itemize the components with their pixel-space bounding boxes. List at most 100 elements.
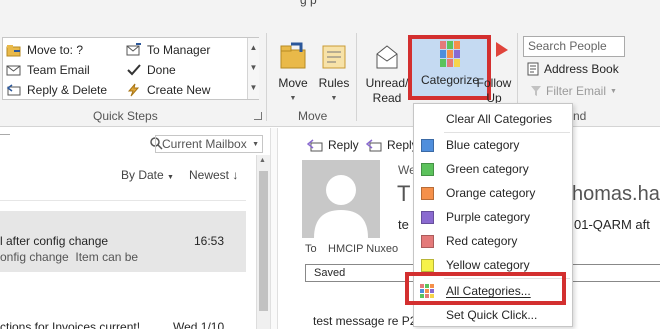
rules-button[interactable]: Rules ▼ bbox=[316, 40, 352, 106]
chevron-down-icon: ▼ bbox=[289, 95, 297, 102]
move-group-label: Move bbox=[298, 109, 328, 123]
quick-step-team-email[interactable]: Team Email bbox=[6, 60, 90, 79]
purple-swatch-icon bbox=[421, 210, 434, 224]
unread-read-button[interactable]: Unread/ Read bbox=[364, 40, 410, 106]
menu-separator bbox=[444, 132, 570, 133]
quick-step-label: Create New bbox=[147, 82, 211, 97]
message-subject: l after config change bbox=[0, 234, 109, 248]
quick-step-label: To Manager bbox=[147, 42, 211, 57]
reply-delete-icon bbox=[6, 83, 21, 95]
quick-steps-gallery: Move to: ? To Manager Team Email Done Re… bbox=[2, 37, 259, 100]
unread-read-label-1: Unread/ bbox=[365, 76, 409, 90]
menu-item-label: Red category bbox=[446, 234, 518, 248]
quick-step-label: Move to: ? bbox=[27, 42, 84, 57]
menu-item-label: Orange category bbox=[446, 186, 536, 200]
scroll-down-icon[interactable]: ▼ bbox=[248, 58, 259, 78]
quick-steps-group-label: Quick Steps bbox=[93, 109, 158, 123]
reply-label: Reply bbox=[328, 138, 359, 152]
chevron-down-icon: ▼ bbox=[610, 87, 617, 95]
quick-step-label: Reply & Delete bbox=[27, 82, 108, 97]
search-scope-label: Current Mailbox bbox=[162, 137, 247, 151]
quick-step-move-to[interactable]: Move to: ? bbox=[6, 40, 83, 59]
orange-swatch-icon bbox=[421, 186, 434, 200]
sort-order-label: Newest bbox=[189, 168, 230, 182]
quick-step-create-new[interactable]: Create New bbox=[126, 80, 210, 99]
reply-all-icon bbox=[366, 138, 382, 151]
filter-email-button[interactable]: Filter Email ▼ bbox=[530, 84, 617, 98]
sender-name: T bbox=[397, 181, 411, 206]
quick-steps-scrollbar[interactable]: ▲ ▼ ▼ bbox=[247, 38, 259, 99]
window-title: g p bbox=[300, 0, 317, 7]
envelope-arrow-icon bbox=[126, 42, 141, 55]
quick-step-label: Done bbox=[147, 62, 176, 77]
move-folder-icon bbox=[280, 42, 306, 69]
blue-swatch-icon bbox=[421, 138, 434, 152]
search-people-input[interactable]: Search People bbox=[523, 36, 625, 57]
message-subject: ctions for Invoices current! bbox=[0, 320, 141, 329]
message-preview: onfig change Item can be bbox=[0, 250, 139, 264]
message-subject-heading: te bbox=[398, 217, 409, 232]
sort-order-toggle[interactable]: Newest ↓ bbox=[189, 168, 238, 182]
arrow-down-icon: ↓ bbox=[232, 168, 239, 182]
chevron-down-icon: ▼ bbox=[167, 174, 174, 181]
green-swatch-icon bbox=[421, 162, 434, 176]
category-red-item[interactable]: Red category bbox=[414, 230, 572, 252]
category-green-item[interactable]: Green category bbox=[414, 158, 572, 180]
envelope-open-icon bbox=[376, 45, 398, 69]
rules-label: Rules bbox=[318, 76, 350, 90]
folder-arrow-icon bbox=[6, 44, 21, 56]
category-orange-item[interactable]: Orange category bbox=[414, 182, 572, 204]
reply-icon bbox=[307, 138, 323, 151]
all-categories-highlight bbox=[405, 272, 566, 305]
sort-by-label: By Date bbox=[121, 168, 164, 182]
dialog-launcher-icon[interactable] bbox=[254, 112, 262, 120]
list-scrollbar[interactable]: ▲ bbox=[256, 155, 270, 329]
address-book-button[interactable]: Address Book bbox=[526, 62, 619, 76]
quick-step-label: Team Email bbox=[27, 62, 90, 77]
menu-item-label: Set Quick Click... bbox=[446, 308, 538, 322]
move-button[interactable]: Move ▼ bbox=[274, 40, 312, 106]
scroll-up-icon[interactable]: ▲ bbox=[248, 38, 259, 58]
rules-icon bbox=[322, 45, 346, 69]
menu-item-label: Green category bbox=[446, 162, 529, 176]
quick-step-done[interactable]: Done bbox=[126, 60, 176, 79]
group-divider bbox=[266, 33, 267, 121]
quick-step-reply-delete[interactable]: Reply & Delete bbox=[6, 80, 107, 99]
follow-up-label-1: Follow bbox=[476, 76, 512, 90]
reply-all-button[interactable]: Reply bbox=[366, 138, 418, 152]
chevron-down-icon: ▼ bbox=[330, 95, 338, 102]
reply-button[interactable]: Reply bbox=[307, 138, 359, 152]
sender-email: homas.ha bbox=[572, 183, 660, 205]
category-purple-item[interactable]: Purple category bbox=[414, 206, 572, 228]
yellow-swatch-icon bbox=[421, 258, 434, 272]
message-time: 16:53 bbox=[194, 234, 225, 248]
address-book-icon bbox=[527, 62, 539, 76]
scrollbar-thumb[interactable] bbox=[259, 171, 268, 311]
pane-splitter[interactable] bbox=[270, 128, 278, 329]
category-blue-item[interactable]: Blue category bbox=[414, 134, 572, 156]
follow-up-button[interactable]: Follow Up bbox=[475, 40, 513, 106]
scroll-up-icon[interactable]: ▲ bbox=[259, 157, 266, 164]
quick-step-to-manager[interactable]: To Manager bbox=[126, 40, 210, 59]
more-icon[interactable]: ▼ bbox=[248, 78, 259, 98]
unread-read-label-2: Read bbox=[372, 91, 402, 105]
clear-all-categories-item[interactable]: Clear All Categories bbox=[414, 108, 572, 130]
message-subject-tail: 01-QARM aft bbox=[574, 217, 650, 232]
set-quick-click-item[interactable]: Set Quick Click... bbox=[414, 304, 572, 326]
list-divider bbox=[0, 200, 246, 201]
menu-item-label: Purple category bbox=[446, 210, 531, 224]
checkmark-icon bbox=[127, 63, 141, 75]
address-book-label: Address Book bbox=[544, 62, 619, 76]
status-bar-tail bbox=[573, 264, 660, 282]
sort-by-dropdown[interactable]: By Date ▼ bbox=[121, 168, 174, 182]
menu-item-label: Clear All Categories bbox=[446, 112, 553, 126]
saved-status: Saved bbox=[305, 264, 415, 282]
filter-email-label: Filter Email bbox=[546, 84, 607, 98]
menu-item-label: Yellow category bbox=[446, 258, 530, 272]
search-scope-dropdown[interactable]: Current Mailbox ▼ bbox=[155, 135, 263, 153]
to-label: To bbox=[305, 243, 317, 255]
to-recipient[interactable]: HMCIP Nuxeo bbox=[328, 243, 398, 255]
message-time: Wed 1/10 bbox=[173, 320, 225, 329]
menu-item-label: Blue category bbox=[446, 138, 520, 152]
move-label: Move bbox=[278, 76, 308, 90]
